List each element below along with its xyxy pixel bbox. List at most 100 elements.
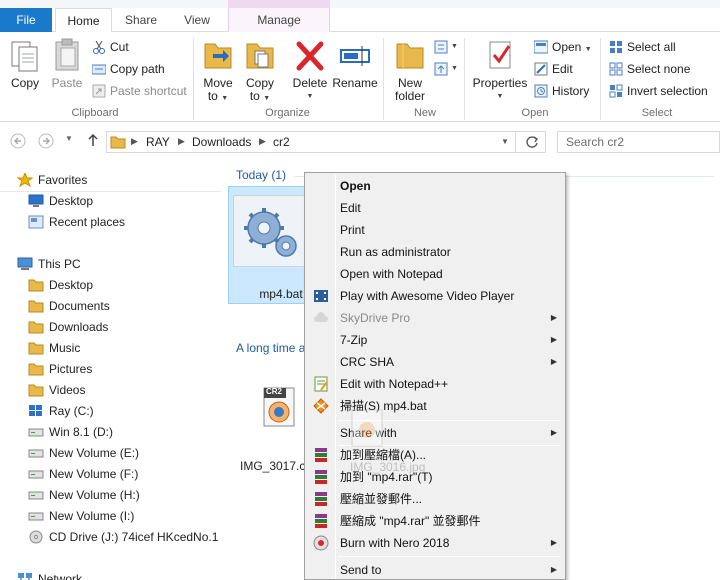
menu-item-add-archive[interactable]: 加到壓縮檔(A)... — [307, 444, 563, 466]
search-input[interactable]: Search cr2 — [557, 131, 720, 153]
menu-burn-nero-label: Burn with Nero 2018 — [340, 536, 450, 550]
caret-down-icon: ▼ — [221, 95, 229, 102]
star-icon — [16, 171, 34, 188]
invert-selection-button[interactable]: Invert selection — [607, 81, 708, 101]
scissors-icon — [92, 40, 106, 54]
copy-button[interactable]: Copy — [6, 36, 44, 90]
tab-home[interactable]: Home — [55, 8, 112, 33]
caret-down-icon: ▼ — [451, 65, 458, 72]
properties-button[interactable]: Properties ▼ — [470, 36, 530, 103]
organize-group-label: Organize — [265, 107, 310, 119]
delete-button[interactable]: Delete ▼ — [290, 36, 330, 103]
notepad-plus-icon — [313, 376, 329, 392]
breadcrumb-downloads[interactable]: Downloads — [192, 135, 251, 149]
cloud-icon — [313, 310, 329, 326]
jpg-file-icon — [351, 409, 383, 447]
back-arrow-icon — [10, 133, 26, 149]
back-button[interactable] — [10, 133, 26, 152]
select-none-button[interactable]: Select none — [607, 59, 690, 79]
rename-icon — [332, 36, 378, 74]
copy-to-label-2: to — [249, 89, 260, 103]
new-folder-button[interactable]: New folder — [388, 36, 432, 103]
history-label: History — [552, 84, 590, 98]
address-bar[interactable]: ▶ RAY ▶ Downloads ▶ cr2 ▼ — [106, 131, 546, 153]
copy-icon — [6, 36, 44, 74]
menu-item-edit-npp[interactable]: Edit with Notepad++ — [307, 373, 563, 395]
file-tile-mp4-bat[interactable]: mp4.bat — [228, 186, 308, 304]
address-dropdown-icon[interactable]: ▼ — [501, 137, 509, 146]
menu-item-open[interactable]: Open — [307, 175, 563, 197]
edit-label: Edit — [552, 62, 573, 76]
tab-view[interactable]: View — [168, 8, 226, 32]
paste-button[interactable]: Paste — [48, 36, 86, 90]
drive-icon — [28, 446, 44, 460]
menu-item-edit[interactable]: Edit — [307, 197, 563, 219]
caret-down-icon: ▼ — [584, 46, 592, 53]
menu-play-awesome-label: Play with Awesome Video Player — [340, 289, 515, 303]
open-button[interactable]: Open ▼ — [532, 37, 592, 57]
breadcrumb-ray[interactable]: RAY — [146, 135, 170, 149]
easy-access-button[interactable]: ▼ — [432, 59, 460, 79]
select-none-icon — [609, 62, 623, 76]
paste-shortcut-button[interactable]: Paste shortcut — [90, 81, 187, 101]
submenu-arrow-icon: ▶ — [550, 313, 557, 322]
menu-item-crc-sha[interactable]: CRC SHA ▶ — [307, 351, 563, 373]
file-name-img-3017: IMG_3017.cr — [240, 459, 310, 473]
winrar-icon — [313, 513, 329, 529]
forward-arrow-icon — [38, 133, 54, 149]
menu-item-compress-rar-email[interactable]: 壓縮成 "mp4.rar" 並發郵件 — [307, 510, 563, 532]
menu-item-open-notepad[interactable]: Open with Notepad — [307, 263, 563, 285]
edit-button[interactable]: Edit — [532, 59, 573, 79]
select-all-button[interactable]: Select all — [607, 37, 676, 57]
invert-selection-icon — [609, 84, 623, 98]
drag-ghost-label: IMG_3016.jpg — [350, 460, 426, 474]
rename-button[interactable]: Rename — [332, 36, 378, 90]
menu-item-skydrive-pro[interactable]: SkyDrive Pro ▶ — [307, 307, 563, 329]
properties-label: Properties — [472, 76, 528, 90]
tab-file[interactable]: File — [0, 8, 52, 32]
up-button[interactable] — [86, 132, 100, 151]
menu-item-add-rar[interactable]: 加到 "mp4.rar"(T) — [307, 466, 563, 488]
menu-item-play-awesome[interactable]: Play with Awesome Video Player — [307, 285, 563, 307]
new-item-button[interactable]: ▼ — [432, 37, 460, 57]
folder-icon — [28, 383, 44, 397]
menu-item-scan[interactable]: 掃描(S) mp4.bat — [307, 395, 563, 417]
breadcrumb-cr2[interactable]: cr2 — [273, 135, 290, 149]
menu-item-print[interactable]: Print — [307, 219, 563, 241]
address-divider — [515, 132, 516, 152]
open-icon — [533, 40, 549, 54]
drive-icon — [28, 467, 44, 481]
menu-item-burn-nero[interactable]: Burn with Nero 2018 ▶ — [307, 532, 563, 554]
refresh-icon[interactable] — [525, 135, 539, 149]
forward-button[interactable] — [38, 133, 54, 152]
drag-ghost-jpg: IMG_3016.jpg — [350, 408, 425, 474]
select-group-label: Select — [641, 107, 673, 119]
nav-favorites-label: Favorites — [38, 173, 88, 187]
tab-manage[interactable]: Manage — [228, 8, 330, 32]
menu-item-7zip[interactable]: 7-Zip ▶ — [307, 329, 563, 351]
folder-icon — [28, 320, 44, 334]
folder-icon — [28, 341, 44, 355]
recent-locations-button[interactable]: ▼ — [65, 134, 73, 143]
copy-path-button[interactable]: Copy path — [90, 59, 165, 79]
select-all-label: Select all — [627, 40, 676, 54]
cut-button[interactable]: Cut — [90, 37, 129, 57]
nav-downloads-label: Downloads — [49, 320, 109, 334]
drive-icon — [28, 425, 44, 439]
tab-share[interactable]: Share — [114, 8, 168, 32]
history-icon — [534, 84, 548, 98]
nav-documents-label: Documents — [49, 299, 110, 313]
move-to-button[interactable]: Move to ▼ — [198, 36, 238, 105]
group-header-today[interactable]: Today (1) — [236, 168, 286, 182]
caret-down-icon: ▼ — [263, 95, 271, 102]
computer-icon — [17, 257, 33, 271]
menu-item-compress-email[interactable]: 壓縮並發郵件... — [307, 488, 563, 510]
menu-item-share-with[interactable]: Share with▶ — [307, 422, 563, 444]
menu-item-run-as-admin[interactable]: Run as administrator — [307, 241, 563, 263]
submenu-arrow-icon: ▶ — [550, 428, 557, 437]
menu-item-send-to[interactable]: Send to ▶ — [307, 559, 563, 580]
history-button[interactable]: History — [532, 81, 589, 101]
paste-shortcut-icon — [92, 84, 106, 98]
clipboard-group-label: Clipboard — [71, 107, 119, 119]
copy-to-button[interactable]: Copy to ▼ — [240, 36, 280, 105]
